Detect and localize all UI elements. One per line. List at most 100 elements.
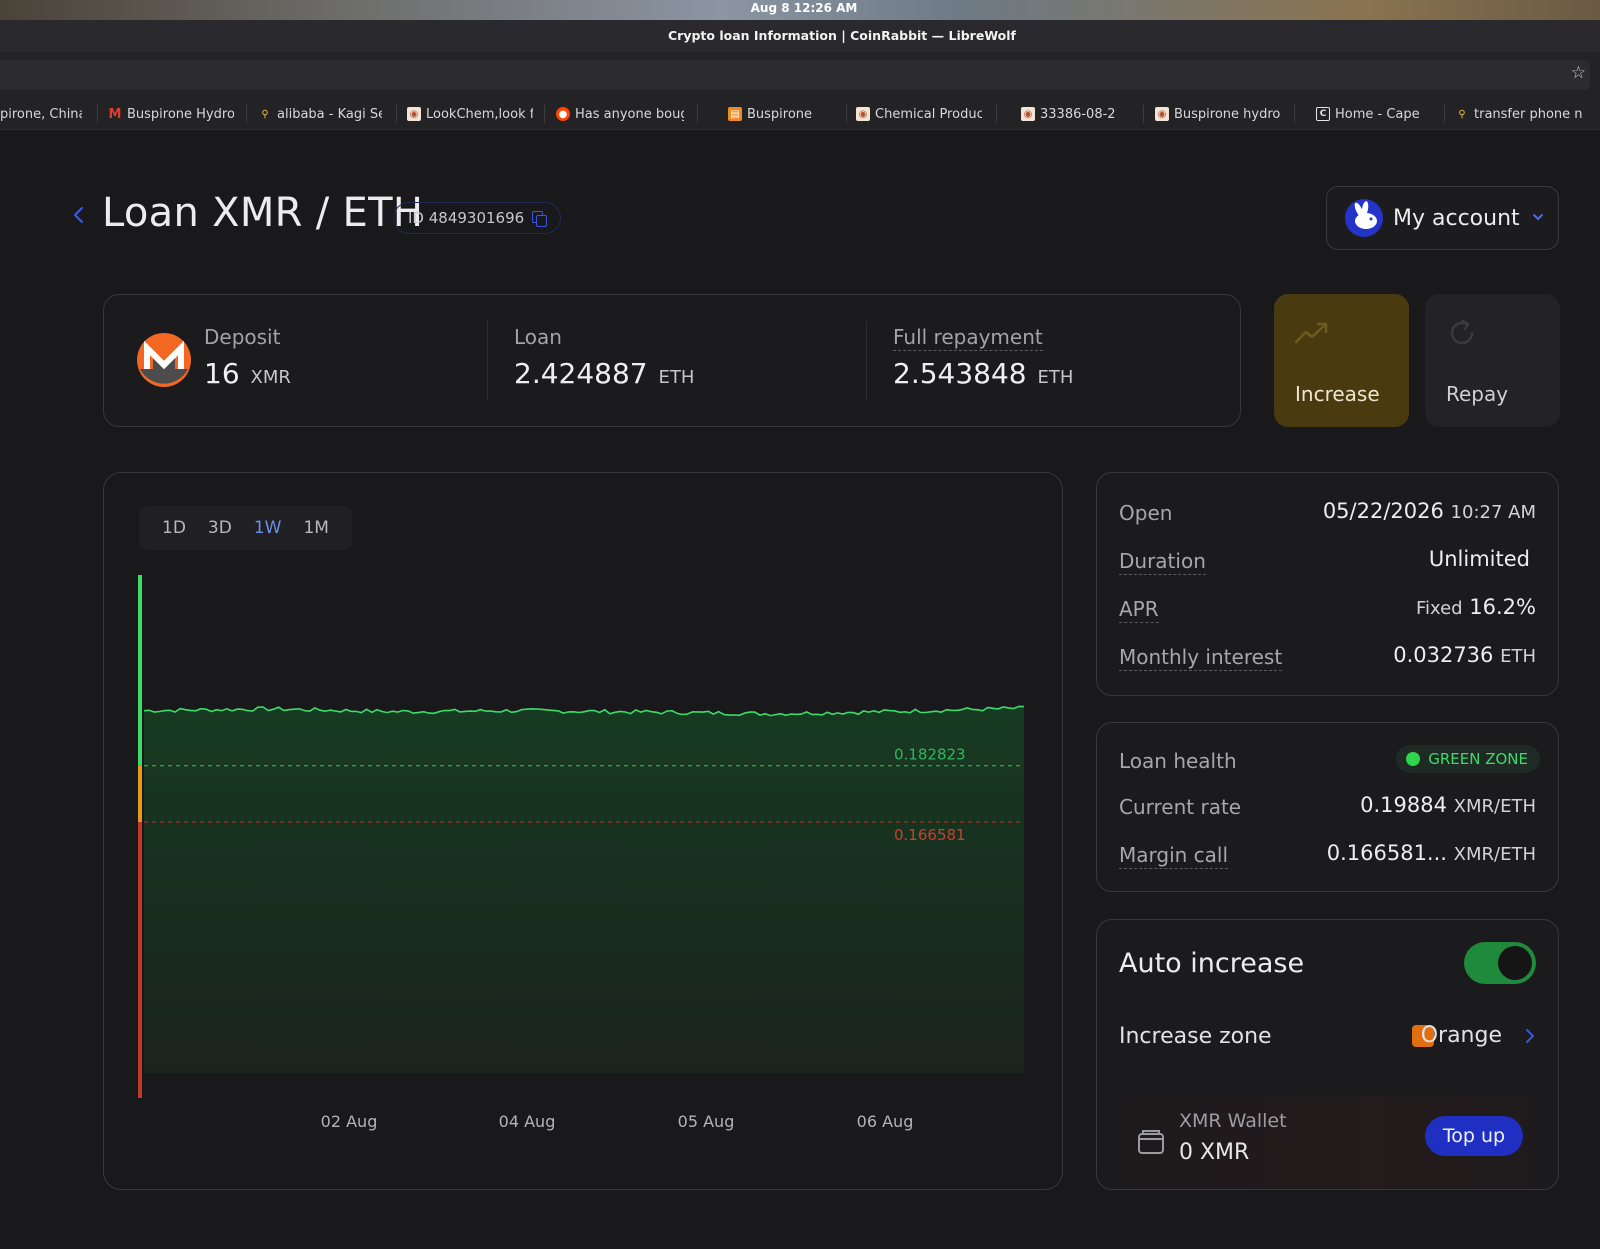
margin-call-label[interactable]: Margin call: [1119, 843, 1229, 869]
bookmark-separator: [996, 105, 997, 123]
deposit-unit: XMR: [250, 367, 291, 388]
bookmark-item[interactable]: ◉ Chemical Produc: [856, 104, 982, 124]
monero-icon: [137, 333, 191, 387]
wallet-icon: [1138, 1130, 1164, 1154]
top-up-button[interactable]: Top up: [1425, 1116, 1523, 1156]
bookmark-label: Buspirone hydro: [1174, 106, 1281, 122]
back-chevron-icon[interactable]: [70, 200, 88, 230]
margin-call-zone-bar: [138, 822, 142, 1098]
margin-call-level-value: 0.166581: [894, 826, 966, 844]
open-value: 05/22/2026 10:27 AM: [1323, 499, 1536, 523]
auto-increase-toggle[interactable]: [1464, 942, 1536, 984]
bookmark-label: Buspirone: [747, 106, 813, 122]
lookchem-icon: ◉: [1155, 107, 1169, 121]
wallet-label: XMR Wallet: [1179, 1110, 1287, 1132]
status-dot-icon: [1406, 752, 1421, 766]
copy-icon[interactable]: [532, 211, 548, 227]
bookmark-item[interactable]: C Home - Cape: [1316, 104, 1426, 124]
bookmark-separator: [396, 105, 397, 123]
bookmark-label: Buspirone Hydro: [127, 106, 234, 122]
apr-value: Fixed 16.2%: [1416, 595, 1536, 619]
duration-value: Unlimited: [1428, 547, 1530, 571]
url-input[interactable]: [0, 60, 1590, 90]
current-rate-label: Current rate: [1119, 795, 1242, 819]
bookmark-label: Home - Cape: [1335, 106, 1420, 122]
m-icon: M: [108, 106, 122, 122]
window-title: Crypto loan Information | CoinRabbit — L…: [668, 28, 1016, 43]
bookmark-label: pirone, China: [0, 106, 82, 122]
repay-button[interactable]: Repay: [1425, 294, 1560, 427]
bookmark-item[interactable]: M Buspirone Hydro: [108, 104, 234, 124]
loan-id-text: ID 4849301696: [408, 209, 525, 227]
rate-area-fill: [144, 706, 1024, 1073]
x-tick-label: 04 Aug: [499, 1112, 556, 1131]
page-title: Loan XMR / ETH: [102, 190, 424, 236]
duration-label[interactable]: Duration: [1119, 549, 1206, 575]
os-clock[interactable]: Aug 8 12:26 AM: [0, 1, 1600, 15]
rate-chart: 0.182823 0.166581 02 Aug 04 Aug 05 Aug 06 Aug: [138, 575, 1025, 1131]
wallet-balance: 0 XMR: [1179, 1140, 1250, 1165]
green-zone-badge: GREEN ZONE: [1396, 745, 1540, 773]
lookchem-icon: ◉: [407, 107, 421, 121]
bookmark-label: Has anyone boug: [575, 106, 684, 122]
divider: [866, 321, 867, 401]
full-repayment-unit: ETH: [1037, 367, 1074, 388]
x-tick-label: 02 Aug: [321, 1112, 378, 1131]
bookmark-separator: [1294, 105, 1295, 123]
bookmark-label: LookChem,look f: [426, 106, 533, 122]
increase-zone-value[interactable]: Orange: [1421, 1023, 1502, 1048]
c-icon: C: [1316, 107, 1330, 121]
toggle-knob: [1498, 946, 1532, 980]
lookchem-icon: ◉: [1021, 107, 1035, 121]
auto-increase-title: Auto increase: [1119, 948, 1305, 979]
zone-text: GREEN ZONE: [1428, 750, 1528, 768]
current-rate-amount: 0.19884: [1360, 793, 1447, 817]
loan-unit: ETH: [658, 367, 695, 388]
margin-call-value: 0.166581... XMR/ETH: [1327, 841, 1536, 865]
bookmark-item[interactable]: ◉ 33386-08-2: [1021, 104, 1131, 124]
deposit-label: Deposit: [204, 325, 281, 349]
my-account-button[interactable]: My account: [1326, 186, 1559, 250]
monthly-interest-value: 0.032736 ETH: [1393, 643, 1536, 667]
bookmark-item[interactable]: ◉ Buspirone hydro: [1155, 104, 1283, 124]
monthly-interest-unit: ETH: [1500, 646, 1536, 667]
bookmark-separator: [97, 105, 98, 123]
x-tick-label: 06 Aug: [857, 1112, 914, 1131]
bookmark-label: Chemical Produc: [875, 106, 982, 122]
os-top-bar: Aug 8 12:26 AM: [0, 0, 1600, 20]
rate-chart-card: 1D 3D 1W 1M 0.182823 0.166581 02 Aug 04 Aug…: [103, 472, 1063, 1190]
deposit-value: 16: [204, 357, 240, 390]
monthly-interest-label[interactable]: Monthly interest: [1119, 645, 1283, 671]
bookmark-item[interactable]: ▤ Buspirone: [728, 104, 838, 124]
loan-id-badge[interactable]: ID 4849301696: [393, 202, 562, 234]
bookmark-separator: [697, 105, 698, 123]
increase-zone-label: Increase zone: [1119, 1024, 1272, 1049]
bookmarks-bar: pirone, China M Buspirone Hydro ⚲ alibab…: [0, 96, 1600, 130]
open-label: Open: [1119, 501, 1173, 525]
bookmark-item[interactable]: pirone, China: [0, 104, 82, 124]
full-repayment-amount: 2.543848 ETH: [893, 357, 1073, 390]
x-tick-label: 05 Aug: [678, 1112, 735, 1131]
open-time: 10:27 AM: [1450, 502, 1536, 523]
increase-zone-bar: [138, 765, 142, 823]
bookmark-item[interactable]: ⚲ transfer phone n: [1455, 104, 1595, 124]
search-icon: ⚲: [1458, 108, 1466, 120]
full-repayment-label[interactable]: Full repayment: [893, 325, 1043, 351]
bookmark-item[interactable]: ◉ LookChem,look f: [407, 104, 533, 124]
increase-button[interactable]: Increase: [1274, 294, 1409, 427]
bookmark-label: 33386-08-2: [1040, 106, 1116, 122]
reddit-icon: ●: [556, 107, 570, 121]
bookmark-separator: [1444, 105, 1445, 123]
bookmark-item[interactable]: ● Has anyone boug: [556, 104, 684, 124]
bookmark-star-icon[interactable]: ☆: [1571, 63, 1586, 83]
chevron-right-icon[interactable]: [1524, 1027, 1536, 1045]
apr-label[interactable]: APR: [1119, 597, 1159, 623]
loan-details-card: Open 05/22/2026 10:27 AM Duration Unlimi…: [1096, 472, 1559, 696]
loan-health-card: Loan health GREEN ZONE Current rate 0.19…: [1096, 722, 1559, 892]
increase-level-value: 0.182823: [894, 746, 966, 764]
search-icon: ⚲: [261, 108, 269, 120]
bookmark-label: transfer phone n: [1474, 106, 1583, 122]
bookmark-item[interactable]: ⚲ alibaba - Kagi Se: [258, 104, 382, 124]
safe-zone-bar: [138, 575, 142, 766]
trending-up-icon: [1294, 322, 1328, 344]
